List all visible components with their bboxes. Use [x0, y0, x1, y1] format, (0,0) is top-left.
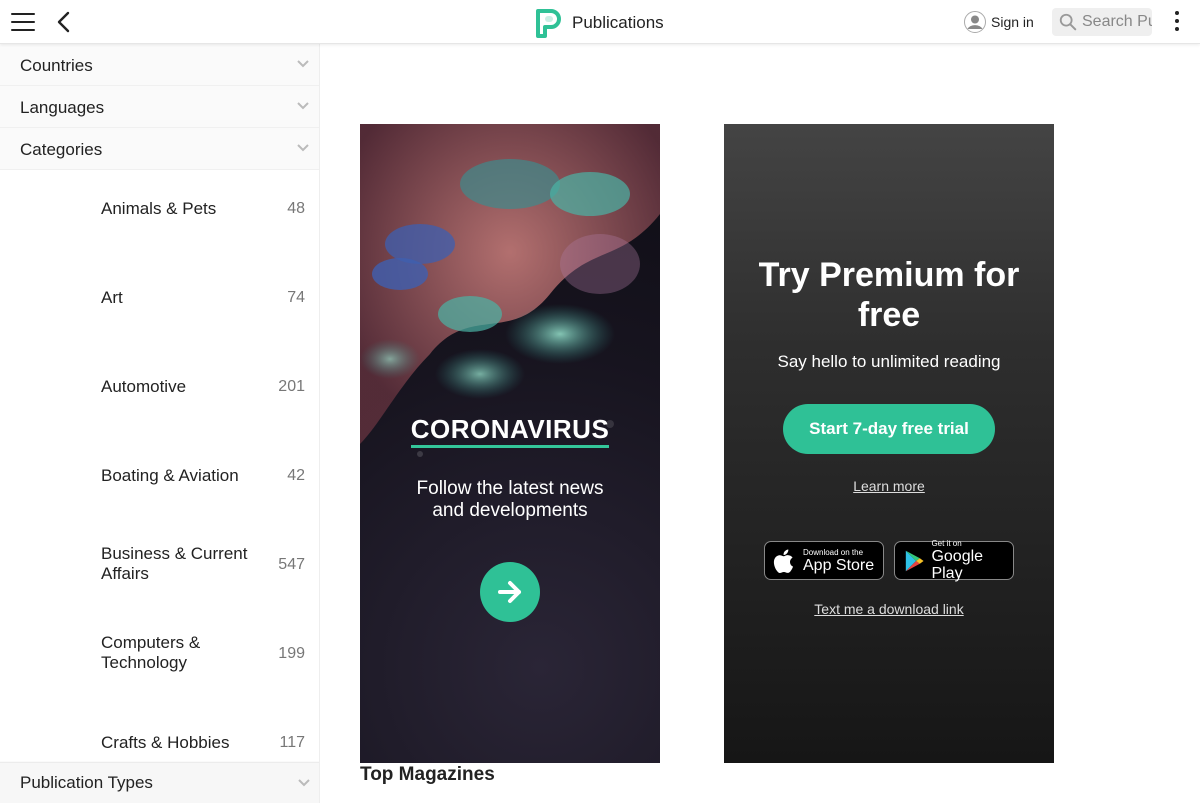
category-count: 547 [278, 556, 305, 573]
sidebar-item-label: Publication Types [20, 773, 153, 792]
premium-subtitle: Say hello to unlimited reading [777, 352, 1001, 371]
chevron-down-icon [297, 60, 309, 68]
category-count: 117 [279, 734, 305, 751]
category-item-boating-aviation[interactable]: Boating & Aviation 42 [0, 447, 319, 507]
top-bar: Publications Sign in [0, 0, 1200, 44]
more-options-icon[interactable] [1172, 11, 1182, 33]
category-count: 199 [278, 645, 305, 662]
sidebar-item-countries[interactable]: Countries [0, 44, 319, 86]
chevron-down-icon [297, 144, 309, 152]
learn-more-link[interactable]: Learn more [724, 478, 1054, 494]
category-name: Crafts & Hobbies [101, 733, 230, 752]
google-play-icon [905, 550, 924, 571]
google-play-button[interactable]: Get it on Google Play [894, 539, 1014, 582]
category-list: Animals & Pets 48 Art 74 Automotive 201 … [0, 170, 319, 761]
search-icon [1059, 13, 1077, 31]
sidebar-item-label: Countries [20, 56, 93, 75]
brand[interactable]: Publications [534, 8, 664, 38]
sidebar-item-publication-types[interactable]: Publication Types [0, 762, 319, 803]
premium-title: Try Premium for free [758, 256, 1020, 334]
app-store-button[interactable]: Download on the App Store [764, 541, 884, 580]
google-play-big-text: Google Play [931, 548, 984, 582]
sidebar-item-label: Languages [20, 98, 105, 117]
sidebar-item-label: Categories [20, 140, 103, 159]
app-store-small-text: Download on the [803, 547, 864, 557]
category-item-business-current-affairs[interactable]: Business & Current Affairs 547 [0, 536, 319, 596]
user-avatar-icon [964, 11, 986, 33]
category-count: 42 [287, 467, 305, 484]
search-input[interactable] [1082, 13, 1152, 31]
text-download-link[interactable]: Text me a download link [724, 601, 1054, 617]
category-name: Business & Current Affairs [101, 544, 248, 583]
category-item-art[interactable]: Art 74 [0, 269, 319, 329]
app-store-big-text: App Store [803, 556, 875, 574]
coronavirus-subtitle: Follow the latest news and developments [416, 478, 604, 521]
start-trial-button[interactable]: Start 7-day free trial [783, 404, 995, 454]
premium-banner: Try Premium for free Say hello to unlimi… [724, 124, 1054, 763]
apple-icon [773, 549, 793, 573]
back-arrow-icon[interactable] [54, 10, 74, 34]
sign-in-button[interactable]: Sign in [964, 11, 1034, 33]
section-title-top-magazines: Top Magazines [360, 764, 495, 785]
coronavirus-banner[interactable]: CORONAVIRUS Follow the latest news and d… [360, 124, 660, 763]
category-item-automotive[interactable]: Automotive 201 [0, 358, 319, 418]
category-item-animals-pets[interactable]: Animals & Pets 48 [0, 180, 319, 240]
category-item-computers-technology[interactable]: Computers & Technology 199 [0, 625, 319, 685]
category-count: 48 [287, 200, 305, 217]
category-name: Automotive [101, 377, 187, 396]
sign-in-label: Sign in [991, 14, 1034, 30]
category-count: 74 [287, 289, 305, 306]
category-count: 201 [278, 378, 305, 395]
category-name: Animals & Pets [101, 199, 217, 218]
category-name: Boating & Aviation [101, 466, 239, 485]
coronavirus-title: CORONAVIRUS [360, 414, 660, 448]
google-play-small-text: Get it on [931, 539, 962, 548]
chevron-down-icon [297, 102, 309, 110]
page-title: Publications [572, 13, 664, 32]
arrow-right-icon[interactable] [480, 562, 540, 622]
chevron-down-icon [298, 779, 310, 787]
sidebar-item-categories[interactable]: Categories [0, 128, 319, 170]
category-name: Art [101, 288, 123, 307]
publications-logo-icon [536, 9, 561, 38]
search-box[interactable] [1052, 8, 1152, 36]
category-item-crafts-hobbies[interactable]: Crafts & Hobbies 117 [0, 714, 319, 761]
menu-icon[interactable] [11, 13, 35, 31]
category-name: Computers & Technology [101, 633, 201, 672]
sidebar: Countries Languages Categories Animals &… [0, 44, 320, 803]
sidebar-item-languages[interactable]: Languages [0, 86, 319, 128]
